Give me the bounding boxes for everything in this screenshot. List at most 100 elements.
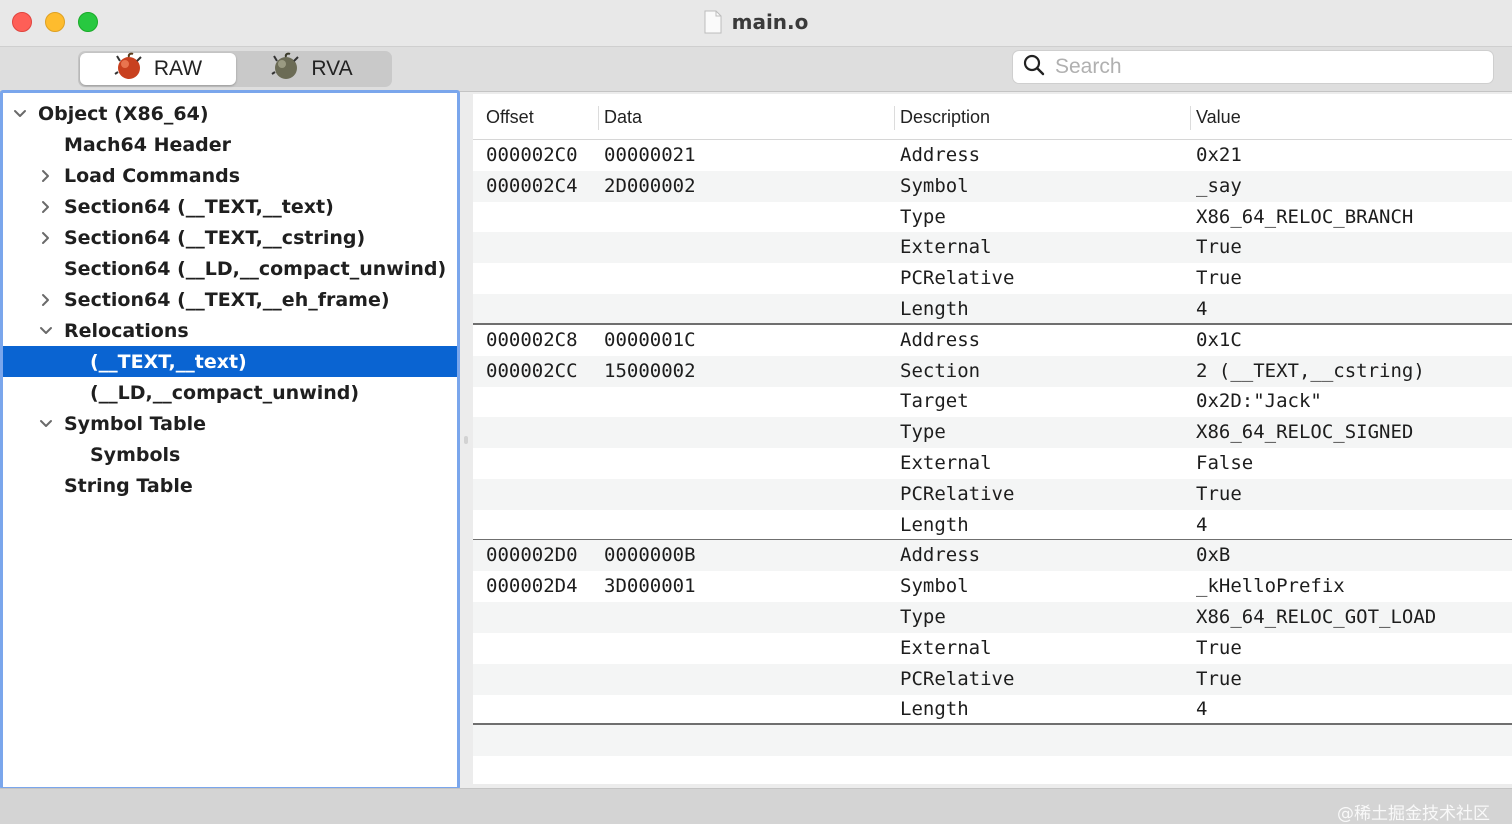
outline-item-label: String Table (64, 474, 193, 497)
value-cell: 0xB (1196, 544, 1231, 567)
raw-mode-icon (114, 52, 144, 86)
chevron-down-icon[interactable] (11, 109, 29, 119)
outline-item-label: Section64 (__TEXT,__text) (64, 195, 334, 218)
table-row[interactable]: External True (473, 232, 1512, 264)
outline-item[interactable]: Mach64 Header (3, 129, 457, 160)
outline-item[interactable]: Relocations (3, 315, 457, 346)
search-icon (1023, 54, 1045, 81)
table-row[interactable]: Target 0x2D:"Jack" (473, 386, 1512, 417)
outline-item[interactable]: Object (X86_64) (3, 98, 457, 129)
outline-item[interactable]: Load Commands (3, 160, 457, 191)
column-header-offset[interactable]: Offset (486, 107, 534, 128)
table-row[interactable] (473, 725, 1512, 757)
data-cell: 2D000002 (604, 174, 696, 197)
value-cell: True (1196, 236, 1242, 259)
table-row[interactable]: PCRelative True (473, 478, 1512, 510)
table-row[interactable]: Type X86_64_RELOC_BRANCH (473, 202, 1512, 233)
value-cell: True (1196, 636, 1242, 659)
outline-item-label: Relocations (64, 319, 189, 342)
outline-item-label: Symbol Table (64, 412, 206, 435)
table-row[interactable]: 000002D4 3D000001 Symbol _kHelloPrefix (473, 571, 1512, 602)
table-row[interactable]: External False (473, 448, 1512, 479)
table-row[interactable]: 000002C4 2D000002 Symbol _say (473, 170, 1512, 202)
outline-item[interactable]: Section64 (__TEXT,__eh_frame) (3, 284, 457, 315)
data-cell: 3D000001 (604, 575, 696, 598)
value-cell: 4 (1196, 298, 1208, 320)
table-row[interactable]: Length 4 (473, 510, 1512, 541)
outline-item-label: Section64 (__TEXT,__eh_frame) (64, 288, 390, 311)
structure-outline[interactable]: Object (X86_64) Mach64 Header Load Command… (0, 90, 460, 790)
split-handle[interactable] (464, 436, 468, 444)
outline-item[interactable]: Symbol Table (3, 408, 457, 439)
table-header: Offset Data Description Value (473, 94, 1512, 140)
outline-item[interactable]: Section64 (__TEXT,__text) (3, 191, 457, 222)
table-row[interactable] (473, 756, 1512, 784)
window-title: main.o (731, 10, 809, 34)
search-field[interactable] (1012, 50, 1494, 84)
value-cell: 0x2D:"Jack" (1196, 390, 1322, 413)
table-body: 000002C0 00000021 Address 0x21 000002C4 2D000… (473, 140, 1512, 784)
rva-mode-label: RVA (311, 57, 353, 80)
outline-item-label: Object (X86_64) (38, 102, 209, 125)
outline-item[interactable]: Symbols (3, 439, 457, 470)
raw-mode-label: RAW (153, 57, 203, 80)
outline-item[interactable]: Section64 (__LD,__compact_unwind) (3, 253, 457, 284)
table-row[interactable]: Type X86_64_RELOC_SIGNED (473, 417, 1512, 449)
offset-cell: 000002C4 (486, 174, 578, 197)
chevron-down-icon[interactable] (37, 419, 55, 429)
offset-cell: 000002C0 (486, 144, 578, 166)
document-icon (704, 10, 722, 34)
raw-mode-button[interactable]: RAW (80, 52, 236, 86)
value-cell: X86_64_RELOC_GOT_LOAD (1196, 606, 1437, 628)
value-cell: 4 (1196, 513, 1208, 536)
table-row[interactable]: Length 4 (473, 294, 1512, 325)
column-separator[interactable] (1190, 106, 1191, 130)
outline-item[interactable]: String Table (3, 470, 457, 501)
table-row[interactable]: External True (473, 633, 1512, 664)
value-cell: _kHelloPrefix (1196, 575, 1345, 598)
detail-table: Offset Data Description Value 000002C0 00… (473, 94, 1512, 784)
outline-item-label: Mach64 Header (64, 133, 232, 156)
watermark: @稀土掘金技术社区 (1337, 804, 1490, 824)
column-header-value[interactable]: Value (1196, 107, 1241, 128)
table-row[interactable]: Length 4 (473, 694, 1512, 726)
description-cell: PCRelative (900, 267, 1015, 290)
description-cell: Length (900, 698, 969, 721)
table-row[interactable]: Type X86_64_RELOC_GOT_LOAD (473, 602, 1512, 633)
search-input[interactable] (1055, 55, 1475, 79)
table-row[interactable]: PCRelative True (473, 663, 1512, 695)
table-row[interactable]: 000002C8 0000001C Address 0x1C (473, 325, 1512, 356)
description-cell: Type (900, 205, 946, 228)
table-row[interactable]: PCRelative True (473, 263, 1512, 294)
chevron-down-icon[interactable] (37, 326, 55, 336)
value-cell: True (1196, 267, 1242, 290)
chevron-right-icon[interactable] (37, 169, 55, 183)
offset-cell: 000002C8 (486, 328, 578, 351)
title-bar: main.o (0, 0, 1512, 46)
column-header-data[interactable]: Data (604, 107, 642, 128)
chevron-right-icon[interactable] (37, 231, 55, 245)
column-header-description[interactable]: Description (900, 107, 990, 128)
description-cell: Symbol (900, 174, 969, 197)
column-separator[interactable] (598, 106, 599, 130)
offset-cell: 000002D4 (486, 575, 578, 598)
table-row[interactable]: 000002CC 15000002 Section 2 (__TEXT,__cstri… (473, 355, 1512, 387)
data-cell: 0000000B (604, 544, 696, 567)
outline-item-label: (__LD,__compact_unwind) (90, 381, 360, 404)
chevron-right-icon[interactable] (37, 200, 55, 214)
offset-cell: 000002D0 (486, 544, 578, 567)
data-cell: 15000002 (604, 359, 696, 382)
outline-item[interactable]: (__LD,__compact_unwind) (3, 377, 457, 408)
outline-item[interactable]: (__TEXT,__text) (3, 346, 457, 377)
table-row[interactable]: 000002D0 0000000B Address 0xB (473, 540, 1512, 572)
outline-item[interactable]: Section64 (__TEXT,__cstring) (3, 222, 457, 253)
chevron-right-icon[interactable] (37, 293, 55, 307)
outline-item-label: (__TEXT,__text) (90, 350, 247, 373)
table-row[interactable]: 000002C0 00000021 Address 0x21 (473, 140, 1512, 171)
address-mode-segmented-control: RAW RVA (78, 51, 392, 87)
description-cell: Section (900, 359, 981, 382)
value-cell: _say (1196, 174, 1242, 197)
offset-cell: 000002CC (486, 359, 578, 382)
rva-mode-button[interactable]: RVA (234, 52, 390, 85)
column-separator[interactable] (894, 106, 895, 130)
